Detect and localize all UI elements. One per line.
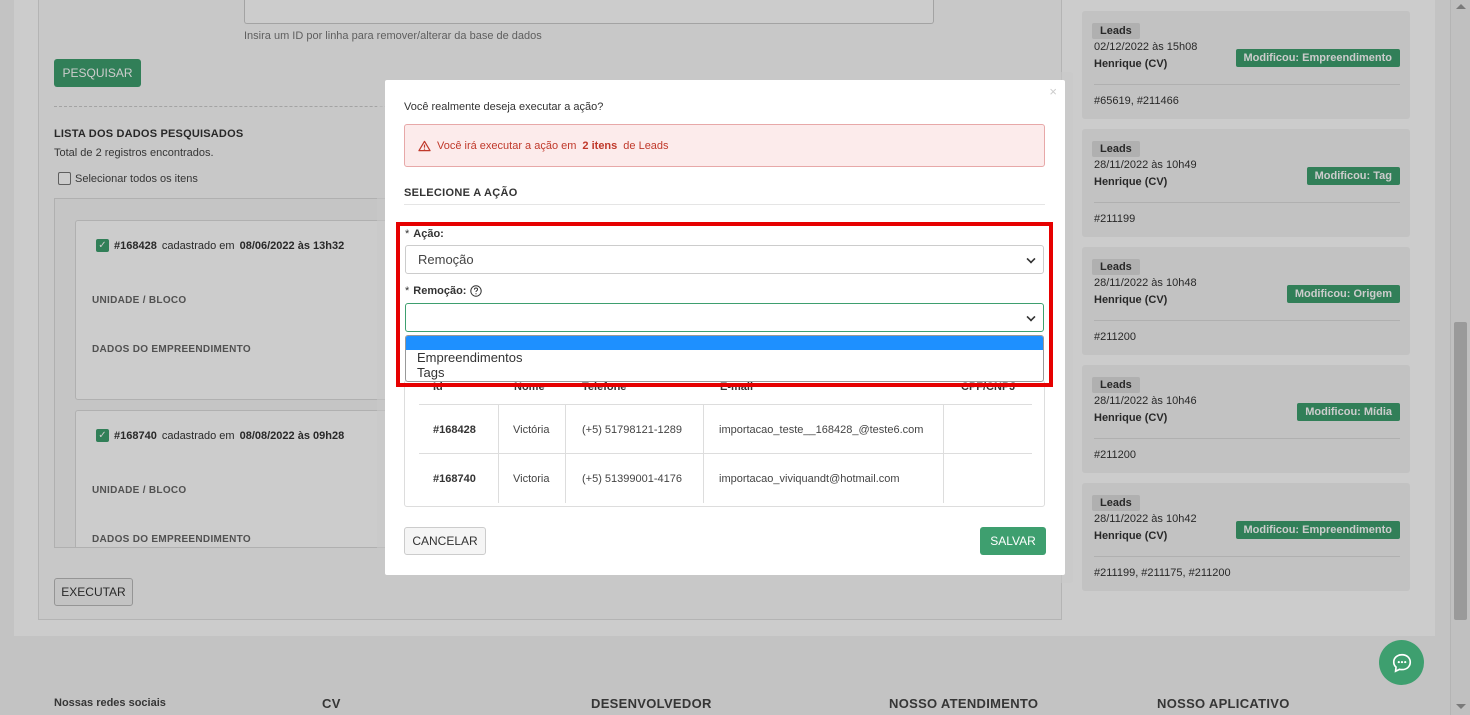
- removal-label: * Remoção:: [405, 285, 483, 297]
- chat-button[interactable]: [1379, 640, 1424, 685]
- cell-id: #168740: [419, 454, 499, 503]
- chevron-down-icon: [1026, 312, 1036, 322]
- confirm-action-modal: × Você realmente deseja executar a ação?…: [385, 80, 1065, 575]
- cell-phone: (+5) 51399001-4176: [566, 454, 704, 503]
- question-circle-icon[interactable]: [470, 285, 483, 297]
- removal-dropdown-list[interactable]: Empreendimentos Tags: [405, 335, 1044, 382]
- cell-email: importacao_viviquandt@hotmail.com: [704, 454, 944, 503]
- action-select-value: Remoção: [418, 252, 474, 267]
- cell-name: Victória: [499, 405, 566, 454]
- column-header-phone: Telefone: [582, 381, 627, 393]
- action-select[interactable]: Remoção: [405, 245, 1044, 274]
- warning-triangle-icon: [418, 140, 431, 151]
- cell-phone: (+5) 51798121-1289: [566, 405, 704, 454]
- alert-text-suffix: de Leads: [623, 139, 669, 152]
- save-button[interactable]: SALVAR: [980, 527, 1046, 555]
- action-label: * Ação:: [405, 228, 444, 240]
- section-title: SELECIONE A AÇÃO: [404, 187, 518, 199]
- removal-select[interactable]: [405, 303, 1044, 332]
- leads-table: Id Nome Telefone E-mail CPF/CNPJ #168428…: [404, 380, 1045, 507]
- required-marker: *: [405, 228, 410, 240]
- dropdown-option-empreendimentos[interactable]: Empreendimentos: [406, 350, 1043, 365]
- dropdown-option-tags[interactable]: Tags: [406, 365, 1043, 380]
- chat-bubble-icon: [1392, 653, 1411, 673]
- dropdown-option-empty[interactable]: [406, 336, 1043, 350]
- cell-document: [944, 454, 1032, 503]
- alert-text-prefix: Você irá executar a ação em: [437, 139, 577, 152]
- column-header-email: E-mail: [720, 381, 754, 393]
- table-row: #168740 Victoria (+5) 51399001-4176 impo…: [419, 453, 1032, 503]
- cell-name: Victoria: [499, 454, 566, 503]
- cancel-button[interactable]: CANCELAR: [404, 527, 486, 555]
- cell-email: importacao_teste__168428_@teste6.com: [704, 405, 944, 454]
- cell-document: [944, 405, 1032, 454]
- column-header-document: CPF/CNPJ: [961, 381, 1016, 393]
- close-icon[interactable]: ×: [1049, 84, 1057, 99]
- required-marker: *: [405, 285, 410, 297]
- column-header-name: Nome: [514, 381, 545, 393]
- section-divider: [404, 204, 1045, 205]
- column-header-id: Id: [433, 381, 443, 393]
- removal-label-text: Remoção:: [413, 285, 467, 297]
- cell-id: #168428: [419, 405, 499, 454]
- table-row: #168428 Victória (+5) 51798121-1289 impo…: [419, 404, 1032, 454]
- modal-question: Você realmente deseja executar a ação?: [404, 101, 604, 113]
- alert-count: 2 itens: [582, 139, 618, 152]
- action-label-text: Ação:: [413, 228, 444, 240]
- warning-alert: Você irá executar a ação em 2 itens de L…: [404, 124, 1045, 167]
- chevron-down-icon: [1026, 254, 1036, 264]
